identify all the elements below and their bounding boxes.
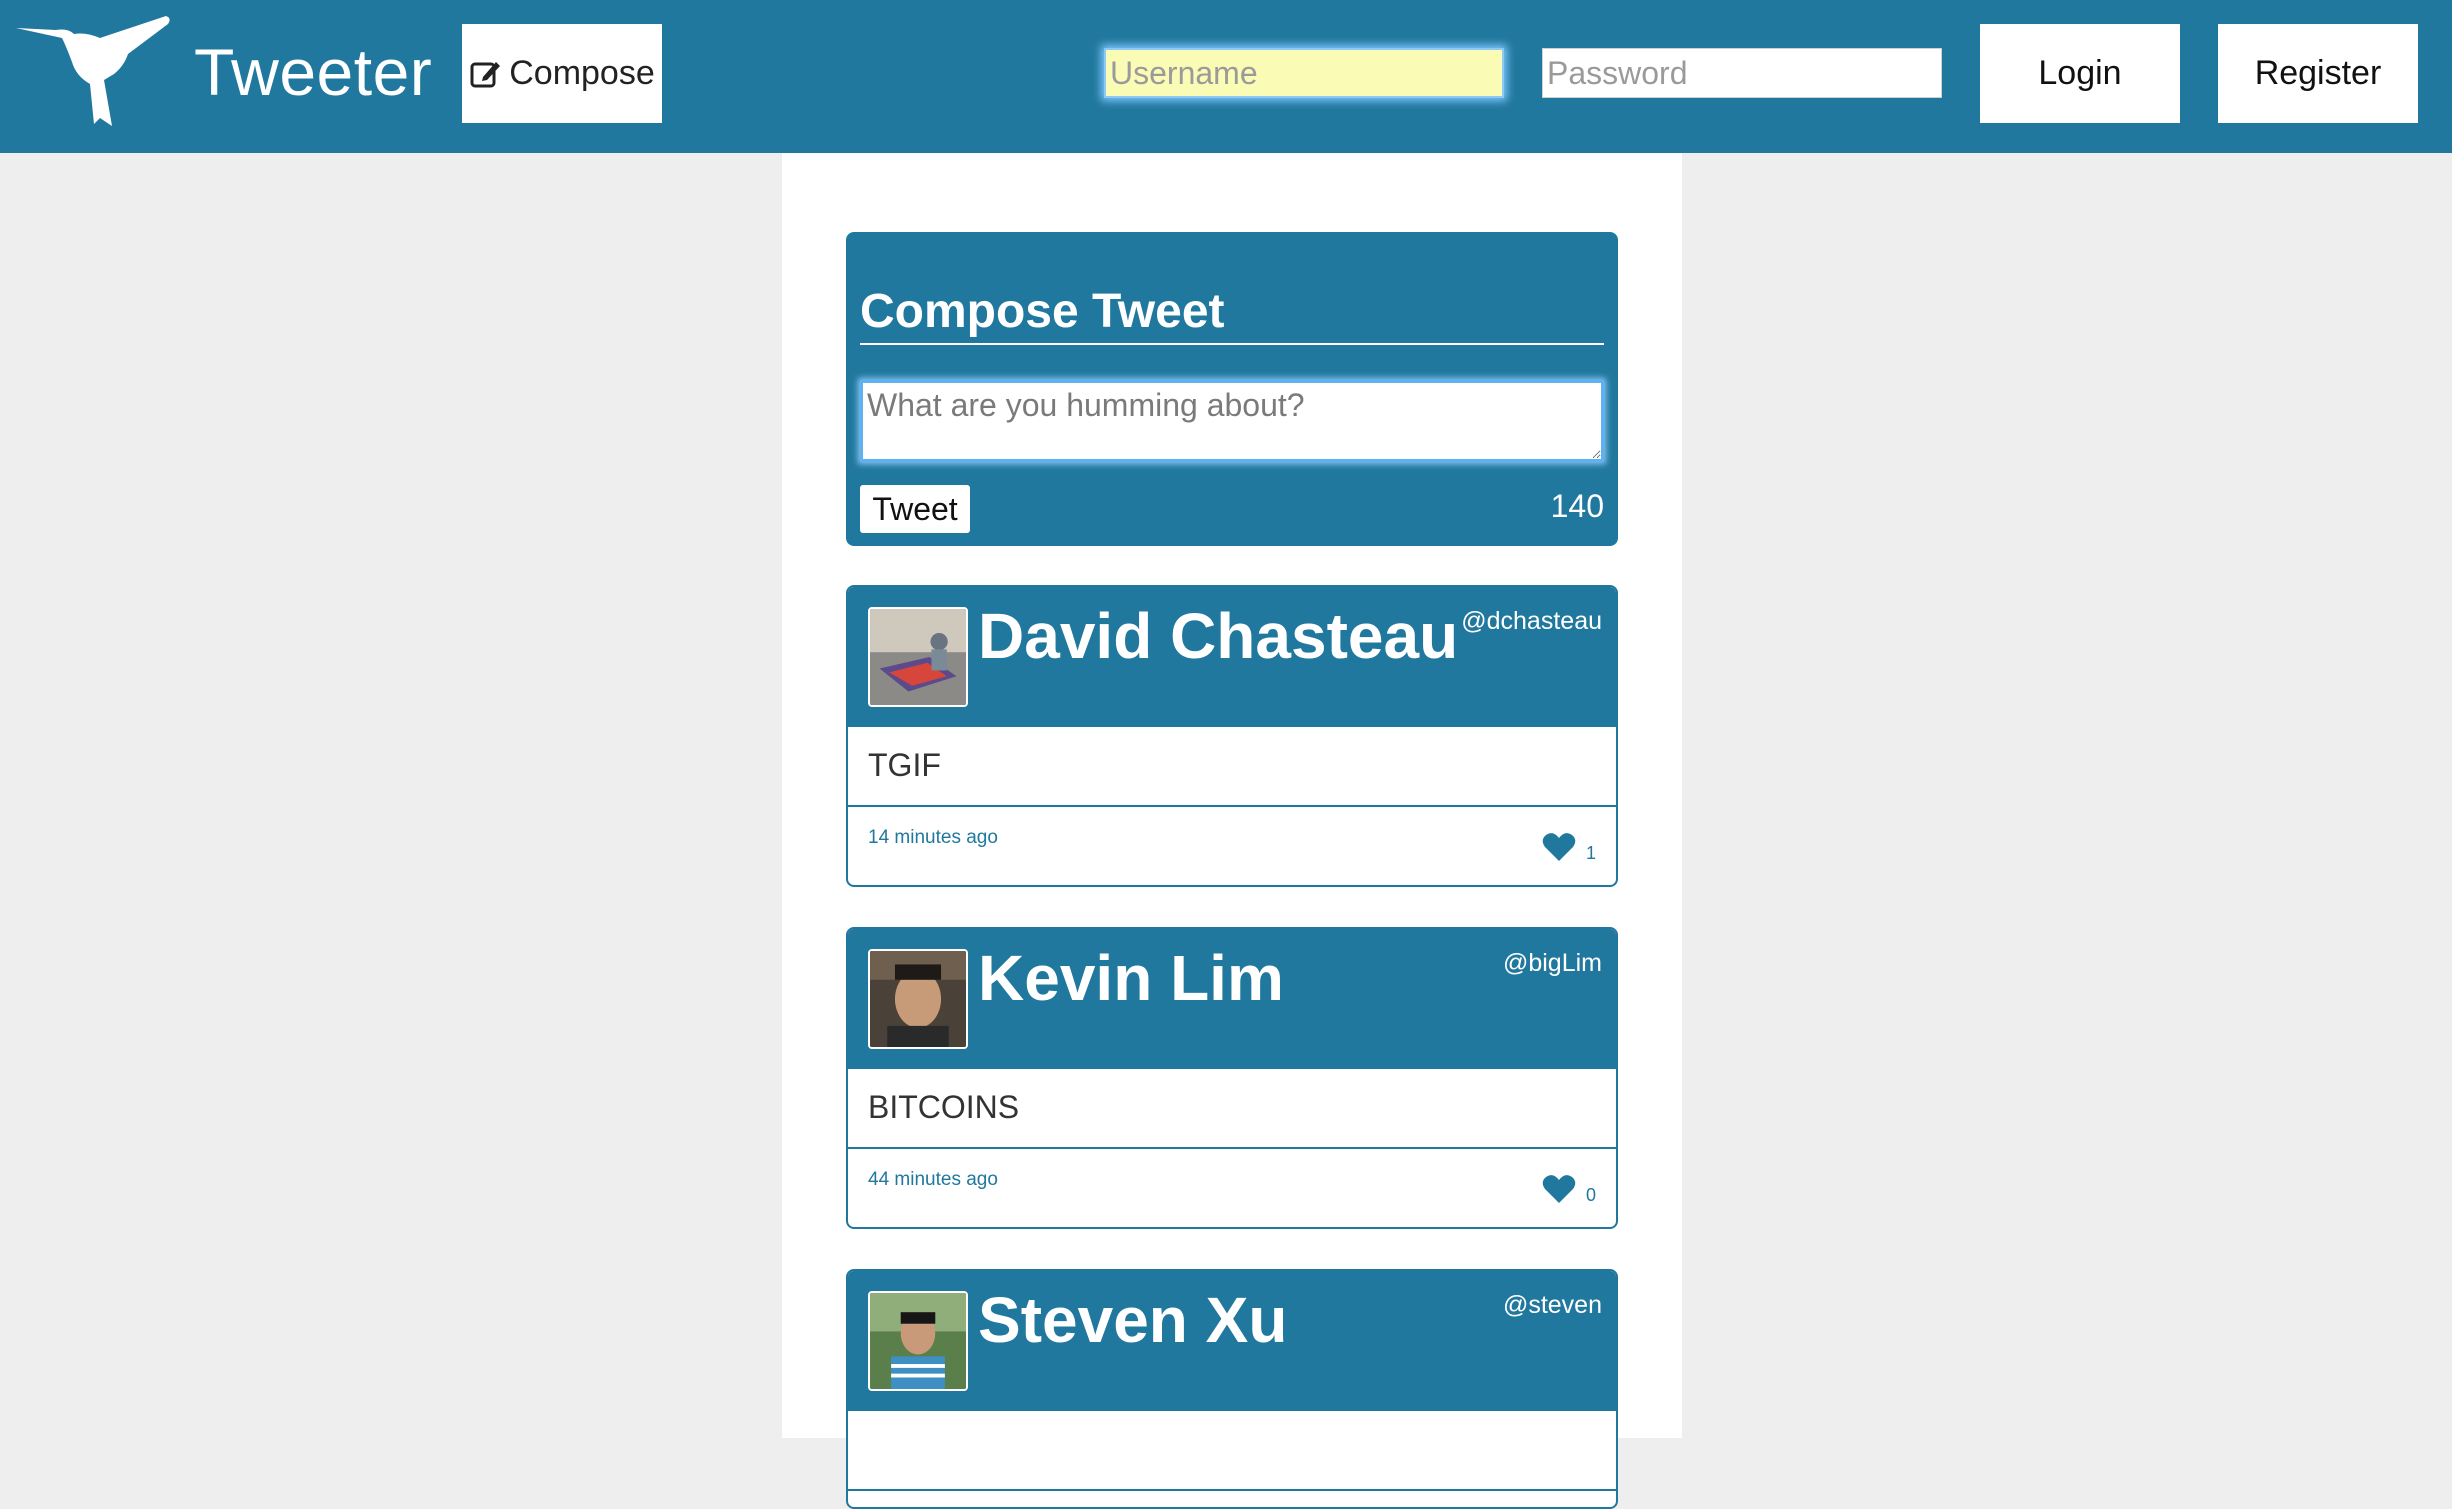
login-button[interactable]: Login (1980, 24, 2180, 123)
character-counter: 140 (1550, 488, 1604, 524)
tweet-text: TGIF (848, 727, 1616, 807)
tweet-button[interactable]: Tweet (860, 485, 970, 533)
hummingbird-icon[interactable] (16, 14, 176, 126)
pencil-square-icon (470, 61, 501, 87)
password-input[interactable] (1542, 48, 1942, 98)
tweet-author-name[interactable]: Steven Xu (978, 1283, 1287, 1357)
feed-column: Compose Tweet Tweet 140 David Chasteau @… (782, 153, 1682, 1509)
like-count: 0 (1585, 1185, 1596, 1205)
register-button[interactable]: Register (2218, 24, 2418, 123)
compose-title: Compose Tweet (860, 284, 1604, 345)
tweet-card: Steven Xu @steven (846, 1269, 1618, 1509)
avatar[interactable] (868, 949, 968, 1049)
tweet-header: Steven Xu @steven (848, 1271, 1616, 1411)
tweet-header: David Chasteau @dchasteau (848, 587, 1616, 727)
tweet-textarea[interactable] (860, 380, 1604, 462)
like-button[interactable]: 0 (1542, 1174, 1596, 1204)
tweet-author-name[interactable]: Kevin Lim (978, 941, 1284, 1015)
avatar[interactable] (868, 1291, 968, 1391)
tweet-timestamp: 14 minutes ago (868, 827, 998, 848)
heart-icon[interactable] (1542, 832, 1576, 862)
tweet-card: David Chasteau @dchasteau TGIF 14 minute… (846, 585, 1618, 887)
tweet-text (848, 1411, 1616, 1491)
tweet-author-handle[interactable]: @dchasteau (1461, 607, 1602, 636)
heart-icon[interactable] (1542, 1174, 1576, 1204)
tweet-author-handle[interactable]: @bigLim (1503, 949, 1602, 978)
tweet-timestamp: 44 minutes ago (868, 1169, 998, 1190)
tweet-text: BITCOINS (848, 1069, 1616, 1149)
avatar[interactable] (868, 607, 968, 707)
compose-button[interactable]: Compose (462, 24, 662, 123)
username-input[interactable] (1104, 48, 1504, 98)
tweet-author-handle[interactable]: @steven (1503, 1291, 1602, 1320)
compose-panel: Compose Tweet Tweet 140 (846, 232, 1618, 546)
tweet-card: Kevin Lim @bigLim BITCOINS 44 minutes ag… (846, 927, 1618, 1229)
compose-button-label: Compose (509, 54, 655, 92)
brand-title[interactable]: Tweeter (194, 34, 432, 110)
like-button[interactable]: 1 (1542, 832, 1596, 862)
top-navbar: Tweeter Compose Login Register (0, 0, 2452, 153)
tweet-author-name[interactable]: David Chasteau (978, 599, 1458, 673)
like-count: 1 (1585, 843, 1596, 863)
tweet-header: Kevin Lim @bigLim (848, 929, 1616, 1069)
